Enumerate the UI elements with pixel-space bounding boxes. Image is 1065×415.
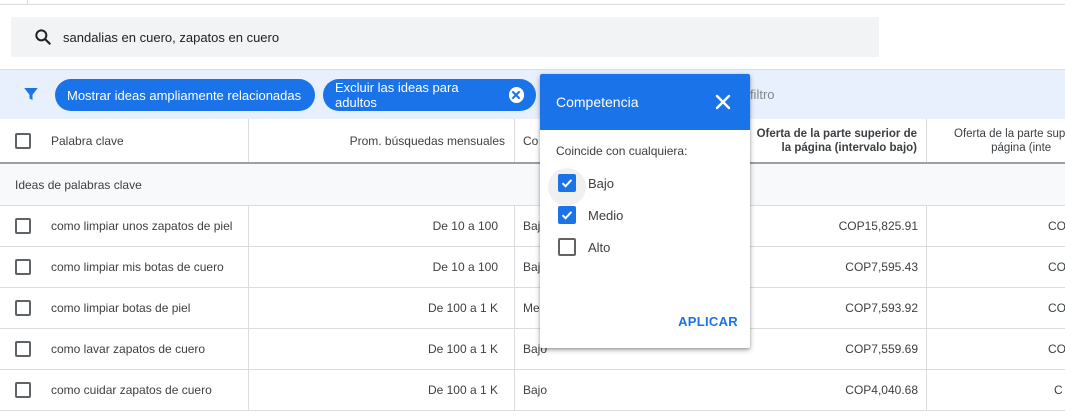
- bid-high-cell: CO: [1048, 342, 1065, 356]
- option-high[interactable]: Alto: [558, 237, 610, 257]
- bid-high-cell: C: [1054, 383, 1063, 397]
- group-label: Ideas de palabras clave: [15, 177, 142, 192]
- chip-broadly-related[interactable]: Mostrar ideas ampliamente relacionadas: [55, 79, 315, 111]
- searches-cell: De 100 a 1 K: [427, 342, 498, 356]
- competition-cell: Bajo: [523, 383, 548, 397]
- tab-stub: [0, 0, 28, 4]
- column-divider: [514, 206, 515, 247]
- column-divider: [926, 370, 927, 411]
- check-icon: [561, 179, 573, 188]
- competition-cell: Baj: [523, 219, 541, 233]
- bid-low-cell: COP4,040.68: [845, 383, 918, 397]
- table-row[interactable]: como limpiar botas de piel De 100 a 1 K …: [0, 288, 1065, 329]
- bid-high-cell: CO: [1048, 219, 1065, 233]
- column-divider: [926, 329, 927, 370]
- column-divider: [514, 247, 515, 288]
- column-divider: [514, 329, 515, 370]
- column-top-bid-high[interactable]: Oferta de la parte superior página (inte: [927, 119, 1065, 162]
- popup-title: Competencia: [556, 94, 639, 110]
- table-row[interactable]: como limpiar unos zapatos de piel De 10 …: [0, 206, 1065, 247]
- column-keyword[interactable]: Palabra clave: [0, 119, 249, 162]
- bid-low-cell: COP7,559.69: [845, 342, 918, 356]
- chip-broadly-related-label: Mostrar ideas ampliamente relacionadas: [67, 87, 302, 103]
- table-row[interactable]: como limpiar mis botas de cuero De 10 a …: [0, 247, 1065, 288]
- bid-high-cell: CO: [1048, 301, 1065, 315]
- column-avg-searches-label: Prom. búsquedas mensuales: [349, 133, 505, 148]
- keyword-cell[interactable]: como limpiar botas de piel: [51, 288, 190, 328]
- remove-chip-icon[interactable]: [508, 87, 524, 103]
- bid-low-cell: COP7,593.92: [845, 301, 918, 315]
- competition-cell: Me: [523, 301, 540, 315]
- option-low-checkbox[interactable]: [558, 174, 576, 192]
- column-top-bid-high-line2: página (inte: [991, 141, 1052, 154]
- column-divider: [926, 206, 927, 247]
- popup-header: Competencia: [540, 74, 750, 130]
- popup-subtitle: Coincide con cualquiera:: [556, 144, 688, 158]
- searches-cell: De 10 a 100: [432, 260, 498, 274]
- column-top-bid-low[interactable]: Oferta de la parte superior de la página…: [721, 119, 927, 162]
- table-header: Palabra clave Prom. búsquedas mensuales …: [0, 119, 1065, 164]
- filter-bar: Mostrar ideas ampliamente relacionadas E…: [0, 69, 1065, 119]
- check-icon: [561, 211, 573, 220]
- column-divider: [514, 288, 515, 329]
- option-low-label: Bajo: [588, 175, 615, 191]
- top-divider: [0, 0, 1065, 5]
- column-competition-label: Co: [523, 133, 539, 148]
- option-low[interactable]: Bajo: [558, 173, 614, 193]
- searches-cell: De 10 a 100: [432, 219, 498, 233]
- row-checkbox[interactable]: [15, 341, 31, 357]
- keyword-search-bar[interactable]: sandalias en cuero, zapatos en cuero: [11, 17, 879, 57]
- chip-exclude-adult[interactable]: Excluir las ideas para adultos: [323, 79, 536, 111]
- column-top-bid-high-line1: Oferta de la parte superior: [954, 127, 1065, 140]
- competition-filter-popup: Competencia Coincide con cualquiera: Baj…: [540, 74, 750, 348]
- bid-low-cell: COP15,825.91: [838, 219, 918, 233]
- table-row[interactable]: como lavar zapatos de cuero De 100 a 1 K…: [0, 329, 1065, 370]
- keyword-cell[interactable]: como lavar zapatos de cuero: [51, 329, 205, 369]
- option-medium[interactable]: Medio: [558, 205, 623, 225]
- option-high-label: Alto: [588, 239, 611, 255]
- search-icon: [35, 29, 51, 45]
- option-high-checkbox[interactable]: [558, 238, 576, 256]
- option-medium-checkbox[interactable]: [558, 206, 576, 224]
- keyword-cell[interactable]: como limpiar unos zapatos de piel: [51, 206, 232, 246]
- column-divider: [514, 370, 515, 411]
- searches-cell: De 100 a 1 K: [427, 301, 498, 315]
- chip-exclude-adult-label: Excluir las ideas para adultos: [335, 80, 459, 110]
- column-top-bid-low-line2: la página (intervalo bajo): [781, 141, 917, 154]
- column-avg-searches[interactable]: Prom. búsquedas mensuales: [249, 119, 515, 162]
- close-icon[interactable]: [714, 93, 732, 111]
- competition-cell: Baj: [523, 260, 541, 274]
- filter-icon[interactable]: [22, 85, 40, 103]
- bid-low-cell: COP7,595.43: [845, 260, 918, 274]
- column-top-bid-low-line1: Oferta de la parte superior de: [756, 127, 917, 140]
- row-checkbox[interactable]: [15, 382, 31, 398]
- column-keyword-label: Palabra clave: [51, 133, 124, 148]
- table-row[interactable]: como cuidar zapatos de cuero De 100 a 1 …: [0, 370, 1065, 411]
- bid-high-cell: CO: [1048, 260, 1065, 274]
- option-medium-label: Medio: [588, 207, 624, 223]
- column-divider: [926, 247, 927, 288]
- column-divider: [926, 288, 927, 329]
- searches-cell: De 100 a 1 K: [427, 383, 498, 397]
- search-query[interactable]: sandalias en cuero, zapatos en cuero: [63, 30, 279, 45]
- row-checkbox[interactable]: [15, 300, 31, 316]
- keyword-cell[interactable]: como limpiar mis botas de cuero: [51, 247, 224, 287]
- row-checkbox[interactable]: [15, 218, 31, 234]
- group-header: Ideas de palabras clave: [0, 164, 1065, 206]
- apply-button[interactable]: APLICAR: [678, 314, 738, 329]
- keyword-cell[interactable]: como cuidar zapatos de cuero: [51, 370, 212, 410]
- row-checkbox[interactable]: [15, 259, 31, 275]
